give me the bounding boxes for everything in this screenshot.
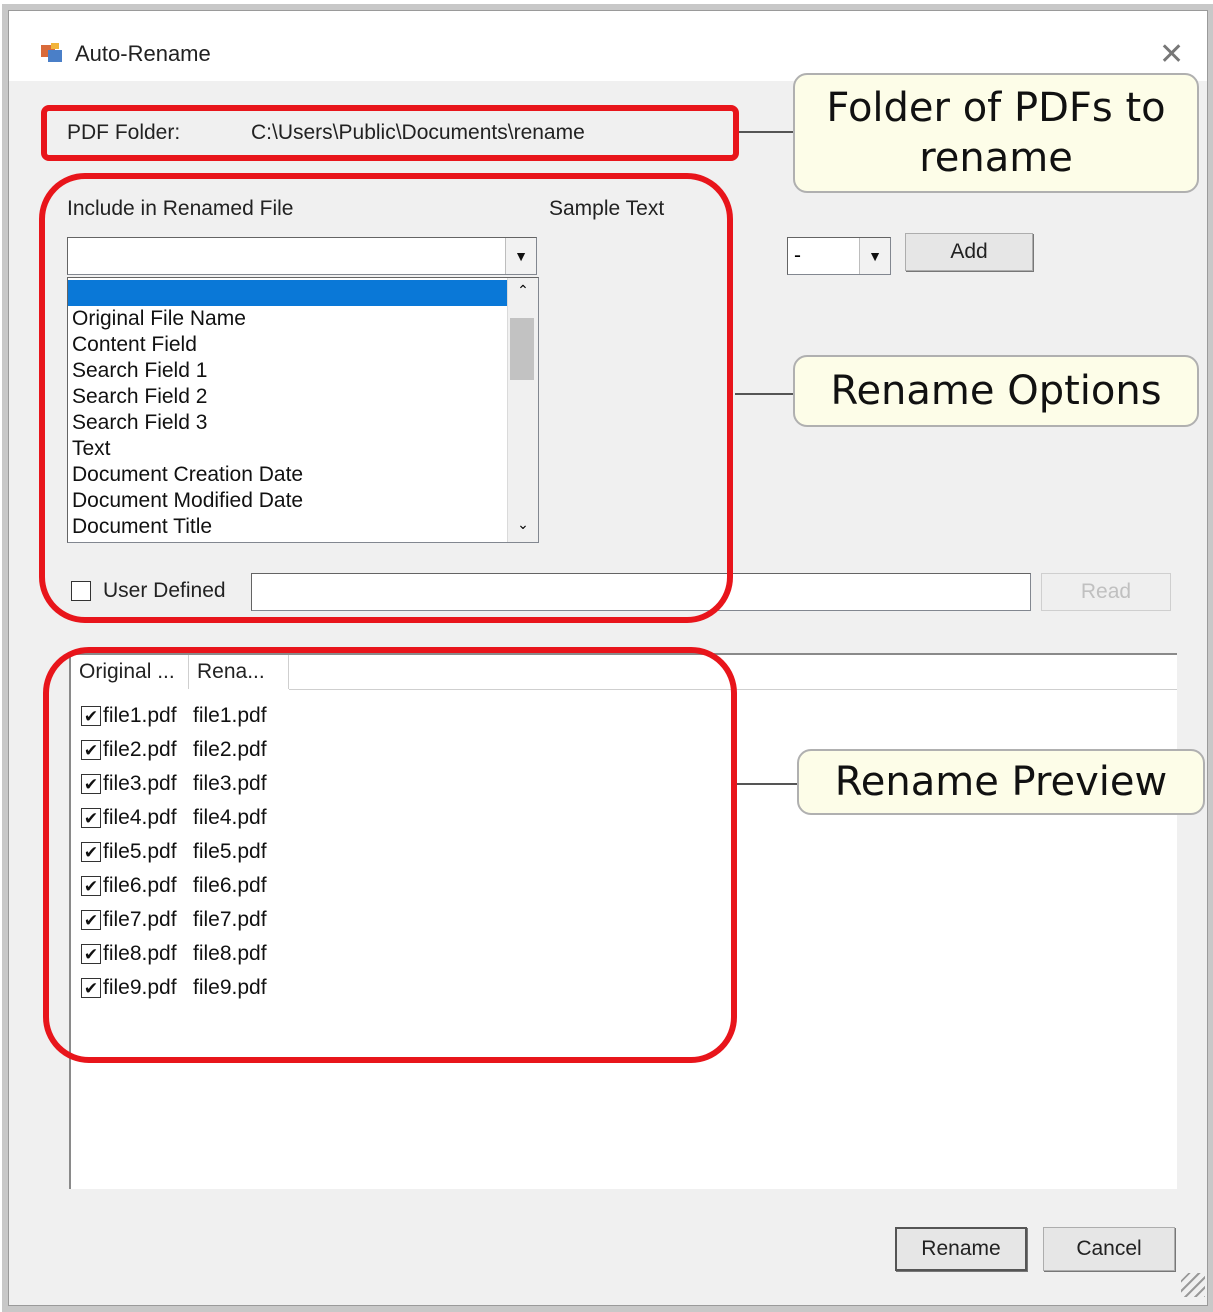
cancel-button[interactable]: Cancel (1043, 1227, 1175, 1271)
rename-button[interactable]: Rename (895, 1227, 1027, 1271)
options-connector (735, 393, 793, 395)
chevron-down-icon[interactable]: ▼ (859, 238, 890, 274)
app-icon (39, 41, 65, 67)
add-button[interactable]: Add (905, 233, 1033, 271)
separator-value: - (794, 244, 801, 267)
separator-combobox[interactable]: - ▼ (787, 237, 891, 275)
folder-highlight (41, 105, 739, 161)
preview-highlight (43, 647, 737, 1063)
folder-callout: Folder of PDFs to rename (793, 73, 1199, 193)
preview-callout: Rename Preview (797, 749, 1205, 815)
preview-connector (737, 783, 799, 785)
window-title: Auto-Rename (75, 41, 211, 66)
auto-rename-dialog: Auto-Rename ✕ PDF Folder: C:\Users\Publi… (8, 10, 1208, 1306)
options-highlight (39, 173, 733, 623)
close-icon[interactable]: ✕ (1159, 37, 1184, 72)
options-callout: Rename Options (793, 355, 1199, 427)
folder-connector (739, 131, 795, 133)
resize-grip[interactable] (1181, 1273, 1205, 1297)
read-button[interactable]: Read (1041, 573, 1171, 611)
